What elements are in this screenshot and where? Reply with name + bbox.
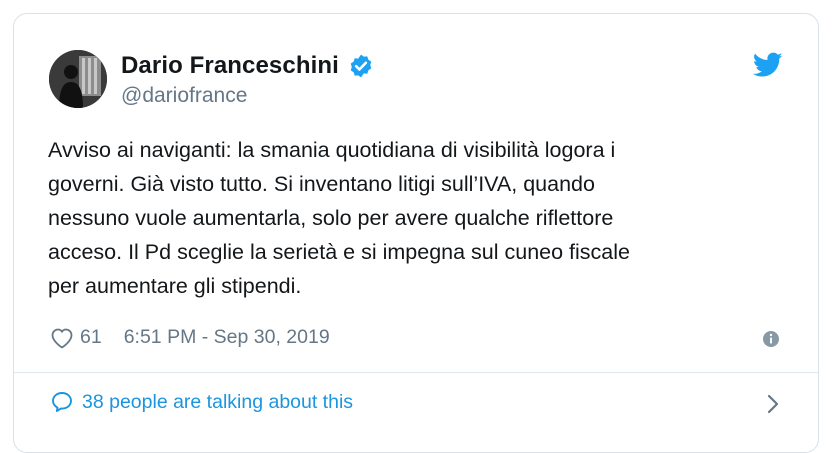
conversation-label[interactable]: 38 people are talking about this xyxy=(82,391,353,414)
twitter-bird-icon[interactable] xyxy=(752,52,783,78)
tweet-line: nessuno vuole aumentarla, solo per avere… xyxy=(48,206,614,230)
timestamp[interactable]: 6:51 PM - Sep 30, 2019 xyxy=(124,326,330,349)
tweet-line: Avviso ai naviganti: la smania quotidian… xyxy=(48,138,616,162)
author-handle[interactable]: @dariofrance xyxy=(121,84,247,108)
like-count[interactable]: 61 xyxy=(80,326,102,349)
tweet-meta: 61 6:51 PM - Sep 30, 2019 xyxy=(50,326,330,349)
avatar[interactable] xyxy=(49,50,107,108)
author-name-row[interactable]: Dario Franceschini xyxy=(121,52,374,80)
author-name[interactable]: Dario Franceschini xyxy=(121,52,339,80)
divider xyxy=(14,372,818,373)
tweet-text: Avviso ai naviganti: la smania quotidian… xyxy=(48,133,788,303)
tweet-line: governi. Già visto tutto. Si inventano l… xyxy=(48,172,595,196)
verified-badge-icon xyxy=(348,53,374,79)
heart-icon[interactable] xyxy=(50,327,74,349)
conversation-link[interactable]: 38 people are talking about this xyxy=(50,390,353,414)
speech-bubble-icon xyxy=(50,390,74,414)
chevron-right-icon[interactable] xyxy=(766,393,780,415)
tweet-card: Dario Franceschini @dariofrance Avviso a… xyxy=(13,13,819,453)
tweet-line: acceso. Il Pd sceglie la serietà e si im… xyxy=(48,240,631,264)
tweet-line: per aumentare gli stipendi. xyxy=(48,274,302,298)
info-icon[interactable] xyxy=(762,330,780,348)
